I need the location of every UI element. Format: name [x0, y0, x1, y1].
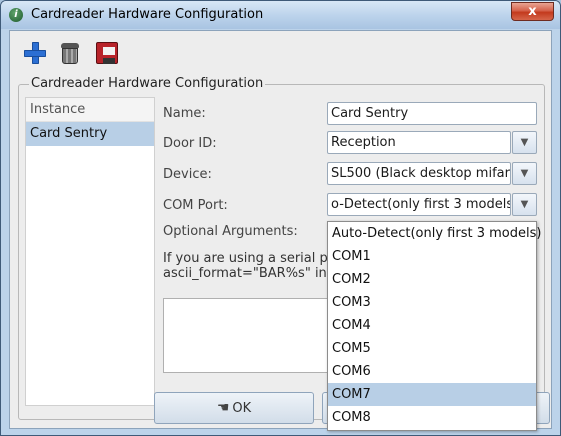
- optional-args-label: Optional Arguments:: [163, 224, 298, 239]
- save-button[interactable]: [94, 40, 120, 66]
- device-combo[interactable]: SL500 (Black desktop mifare: [327, 162, 511, 185]
- instance-list[interactable]: Instance Card Sentry: [25, 97, 155, 406]
- com-option-com6[interactable]: COM6: [328, 360, 536, 383]
- com-option-com2[interactable]: COM2: [328, 268, 536, 291]
- chevron-down-icon: ▼: [520, 168, 529, 179]
- add-instance-button[interactable]: [22, 40, 48, 66]
- instance-list-header[interactable]: Instance: [26, 98, 154, 122]
- instance-item-card-sentry[interactable]: Card Sentry: [26, 122, 154, 146]
- hand-icon: ☚: [216, 400, 230, 416]
- com-option-com3[interactable]: COM3: [328, 291, 536, 314]
- com-option-com7[interactable]: COM7: [328, 383, 536, 406]
- com-port-combo[interactable]: o-Detect(only first 3 models): [327, 193, 511, 216]
- door-id-label: Door ID:: [163, 136, 217, 151]
- group-title: Cardreader Hardware Configuration: [29, 76, 266, 91]
- door-id-dropdown-button[interactable]: ▼: [512, 131, 537, 154]
- dialog-window: i Cardreader Hardware Configuration x Ca…: [0, 0, 561, 436]
- args-help-text: If you are using a serial po ascii_forma…: [163, 251, 333, 281]
- delete-instance-button[interactable]: [57, 40, 83, 66]
- chevron-down-icon: ▼: [520, 137, 529, 148]
- chevron-down-icon: ▼: [520, 199, 529, 210]
- door-id-combo[interactable]: Reception: [327, 131, 511, 154]
- com-option-auto-detect[interactable]: Auto-Detect(only first 3 models): [328, 222, 541, 245]
- name-field[interactable]: Card Sentry: [327, 102, 537, 125]
- com-port-dropdown-list[interactable]: Auto-Detect(only first 3 models) COM1 CO…: [327, 221, 541, 431]
- com-option-com5[interactable]: COM5: [328, 337, 536, 360]
- com-option-com4[interactable]: COM4: [328, 314, 536, 337]
- com-option-com8[interactable]: COM8: [328, 406, 536, 429]
- help-line-1: If you are using a serial po: [163, 251, 333, 266]
- name-label: Name:: [163, 106, 206, 121]
- toolbar: [10, 31, 551, 75]
- ok-button[interactable]: ☚ OK: [154, 392, 314, 424]
- com-option-com1[interactable]: COM1: [328, 245, 536, 268]
- app-icon: i: [9, 8, 23, 22]
- device-label: Device:: [163, 167, 212, 182]
- close-button[interactable]: x: [511, 2, 554, 21]
- device-dropdown-button[interactable]: ▼: [512, 162, 537, 185]
- title-bar[interactable]: i Cardreader Hardware Configuration x: [1, 1, 560, 29]
- com-port-label: COM Port:: [163, 198, 228, 213]
- help-line-2: ascii_format="BAR%s" int: [163, 266, 332, 281]
- ok-button-label: OK: [232, 401, 252, 416]
- com-port-dropdown-button[interactable]: ▼: [512, 193, 537, 216]
- window-title: Cardreader Hardware Configuration: [31, 7, 264, 22]
